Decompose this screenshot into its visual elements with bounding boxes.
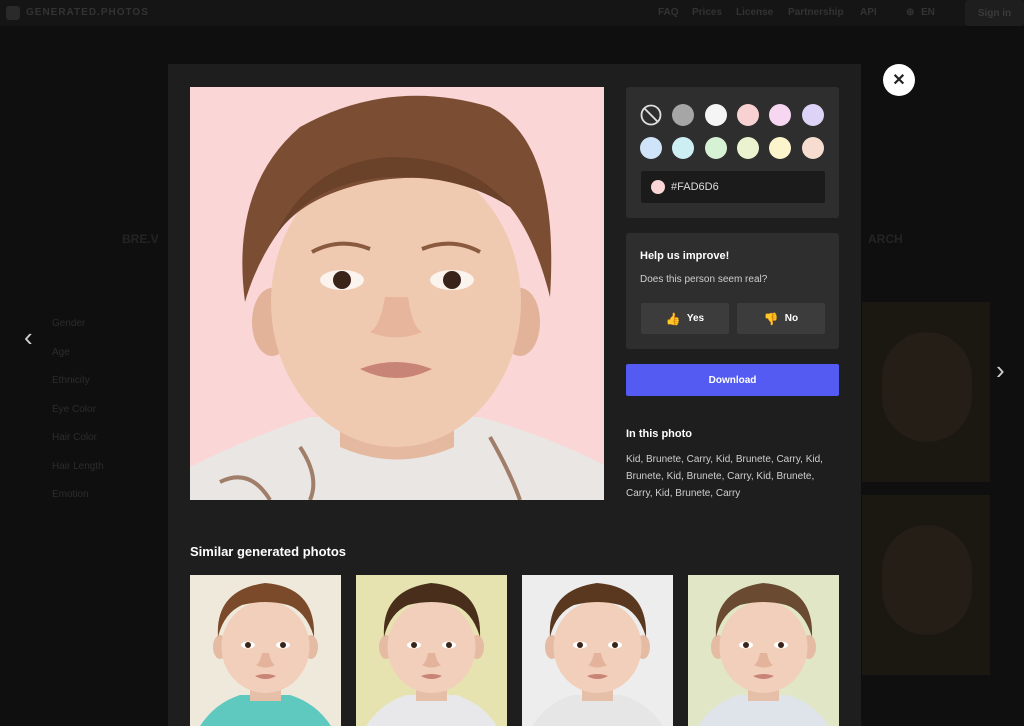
hex-color-value: #FAD6D6 [671,181,719,193]
similar-photos-title: Similar generated photos [190,544,347,559]
close-button[interactable]: ✕ [883,64,915,96]
selected-color-dot [651,180,665,194]
filter-ethnicity[interactable]: Ethnicity [52,375,104,404]
filter-emotion[interactable]: Emotion [52,489,104,518]
logo-icon[interactable] [6,6,20,20]
feedback-title: Help us improve! [640,250,730,262]
background-filter-list: Gender Age Ethnicity Eye Color Hair Colo… [52,318,104,518]
filter-gender[interactable]: Gender [52,318,104,347]
yes-button[interactable]: 👍 Yes [641,303,729,334]
nav-link-prices[interactable]: Prices [692,7,722,18]
swatch-mint[interactable] [705,137,727,159]
no-color-icon [640,104,662,126]
similar-child-portrait [200,583,331,726]
in-this-photo-title: In this photo [626,428,692,440]
similar-photo-1[interactable] [190,575,341,726]
nav-link-api[interactable]: API [860,7,877,18]
background-heading-right: ARCH [868,232,903,246]
no-button[interactable]: 👎 No [737,303,825,334]
swatch-peach[interactable] [802,137,824,159]
swatch-pink[interactable] [737,104,759,126]
similar-child-portrait [366,583,497,726]
previous-arrow-icon[interactable]: ‹ [24,322,33,353]
filter-age[interactable]: Age [52,347,104,376]
logo-text[interactable]: GENERATED.PHOTOS [26,7,149,18]
swatch-lavender[interactable] [802,104,824,126]
photo-tags: Kid, Brunete, Carry, Kid, Brunete, Carry… [626,454,823,499]
similar-child-portrait [532,583,663,726]
swatch-light-pink[interactable] [769,104,791,126]
close-icon: ✕ [892,72,906,89]
swatch-cyan[interactable] [672,137,694,159]
swatch-cream[interactable] [769,137,791,159]
feedback-question: Does this person seem real? [640,274,768,285]
top-navigation-bar: GENERATED.PHOTOS FAQ Prices License Part… [0,0,1024,26]
globe-icon[interactable]: ⊕ [906,7,914,18]
nav-link-partnership[interactable]: Partnership [788,7,844,18]
main-generated-photo [190,87,604,500]
download-button[interactable]: Download [626,364,839,396]
swatch-gray[interactable] [672,104,694,126]
similar-child-portrait [698,583,829,726]
yes-label: Yes [686,313,705,324]
sign-in-button[interactable]: Sign in [965,0,1024,26]
filter-hair-color[interactable]: Hair Color [52,432,104,461]
swatch-light-blue[interactable] [640,137,662,159]
hex-color-input[interactable]: #FAD6D6 [641,171,825,203]
thumbs-down-icon: 👎 [763,311,779,326]
similar-photo-2[interactable] [356,575,507,726]
nav-link-faq[interactable]: FAQ [658,7,679,18]
background-photo-tile[interactable] [862,302,990,482]
filter-hair-length[interactable]: Hair Length [52,461,104,490]
similar-photo-3[interactable] [522,575,673,726]
thumbs-up-icon: 👍 [665,311,681,326]
next-arrow-icon[interactable]: › [996,355,1005,386]
background-heading-left: BRE.V [122,232,159,246]
language-selector[interactable]: EN [921,7,935,18]
child-portrait-image [190,95,604,500]
background-photo-tile[interactable] [862,495,990,675]
no-label: No [784,313,799,324]
nav-link-license[interactable]: License [736,7,773,18]
filter-eye-color[interactable]: Eye Color [52,404,104,433]
swatch-none[interactable] [640,104,662,126]
similar-photo-4[interactable] [688,575,839,726]
swatch-light-lime[interactable] [737,137,759,159]
swatch-white[interactable] [705,104,727,126]
